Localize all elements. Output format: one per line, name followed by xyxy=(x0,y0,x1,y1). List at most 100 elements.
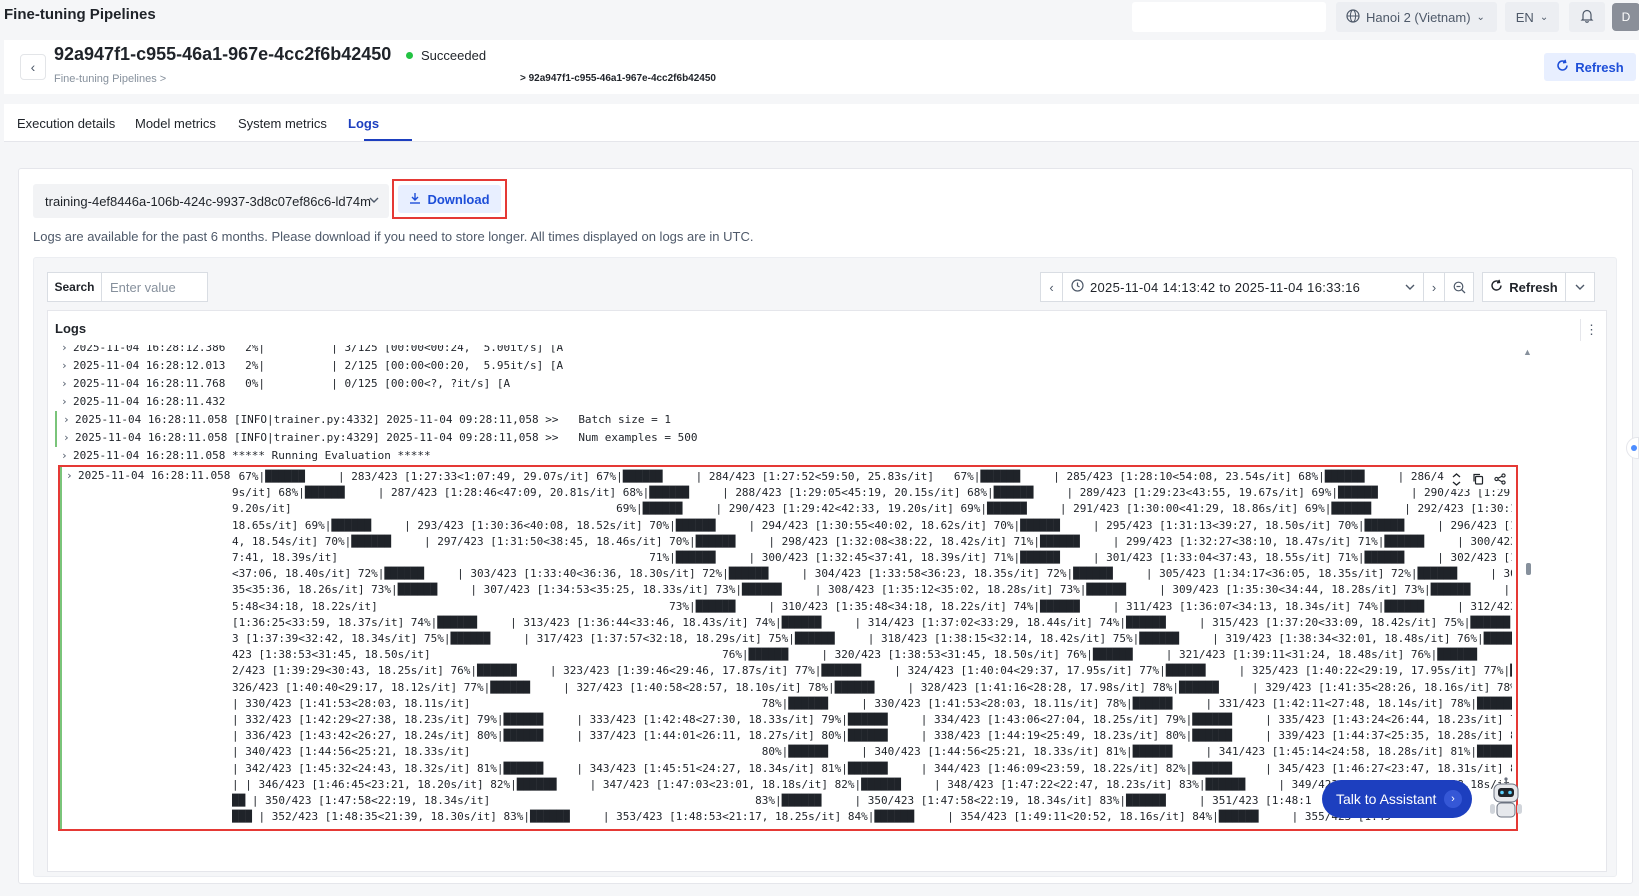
page-title: 92a947f1-c955-46a1-967e-4cc2f6b42450 xyxy=(54,44,392,64)
chevron-right-icon[interactable]: › xyxy=(61,345,68,357)
log-message-line: ██ | 350/423 [1:47:58<22:19, 18.34s/it] … xyxy=(232,794,1312,808)
chevron-right-icon[interactable]: › xyxy=(63,429,70,447)
log-message-line: | 332/423 [1:42:29<27:38, 18.23s/it] 79%… xyxy=(232,713,1512,727)
region-selector[interactable]: Hanoi 2 (Vietnam) ⌄ xyxy=(1336,2,1497,32)
log-message-line: ███ | 352/423 [1:48:35<21:39, 18.30s/it]… xyxy=(232,810,1391,824)
pod-selector[interactable]: training-4ef8446a-106b-424c-9937-3d8c07e… xyxy=(33,184,389,218)
log-message-line: | 342/423 [1:45:32<24:43, 18.32s/it] 81%… xyxy=(232,761,1512,775)
chevron-right-icon[interactable]: › xyxy=(61,357,68,375)
log-message-line: 9s/it] 68%|██████ | 287/423 [1:28:46<47:… xyxy=(232,486,1512,500)
tab-model-metrics[interactable]: Model metrics xyxy=(135,116,216,131)
refresh-label: Refresh xyxy=(1575,59,1624,75)
region-label: Hanoi 2 (Vietnam) xyxy=(1366,9,1471,25)
log-message-line: 5:48<34:18, 18.22s/it] 73%|██████ | 310/… xyxy=(232,599,1512,613)
expanded-log-highlight: › 2025-11-04 16:28:11.058 67%|██████ | 2… xyxy=(58,465,1518,831)
refresh-button[interactable]: Refresh xyxy=(1544,53,1636,81)
chevron-down-icon: ⌄ xyxy=(1476,11,1485,23)
logs-list[interactable]: › 2025-11-04 16:28:12.386 2%| | 3/125 [00… xyxy=(55,345,1521,831)
log-message-line: | 330/423 [1:41:53<28:03, 18.11s/it] 78%… xyxy=(232,696,1512,710)
zoom-out-icon[interactable] xyxy=(1445,273,1473,301)
chevron-right-icon[interactable]: › xyxy=(63,411,70,429)
tab-logs[interactable]: Logs xyxy=(348,116,379,131)
row-actions xyxy=(1444,469,1512,489)
active-tab-indicator xyxy=(364,139,412,141)
log-message-line: 18.65s/it] 69%|██████ | 293/423 [1:30:36… xyxy=(232,518,1512,532)
log-message-line: | | 346/423 [1:46:45<23:21, 18.20s/it] 8… xyxy=(232,777,1512,791)
log-message-line: 326/423 [1:40:40<29:17, 18.12s/it] 77%|█… xyxy=(232,680,1512,694)
log-message-line: 3 [1:37:39<32:42, 18.34s/it] 75%|██████ … xyxy=(232,632,1512,646)
notification-button[interactable] xyxy=(1569,2,1605,32)
log-message-line: | 340/423 [1:44:56<25:21, 18.33s/it] 80%… xyxy=(232,745,1512,759)
language-selector[interactable]: EN ⌄ xyxy=(1505,2,1559,32)
log-row[interactable]: › 2025-11-04 16:28:11.058 [INFO|trainer.p… xyxy=(55,411,1521,429)
copy-icon[interactable] xyxy=(1470,471,1486,487)
chevron-right-icon[interactable]: › xyxy=(61,375,68,393)
retention-notice: Logs are available for the past 6 months… xyxy=(33,229,754,244)
chevron-down-icon xyxy=(1405,280,1415,295)
expand-collapse-icon[interactable] xyxy=(1448,471,1464,487)
assistant-label: Talk to Assistant xyxy=(1336,791,1437,807)
log-message-line: | 336/423 [1:43:42<26:27, 18.24s/it] 80%… xyxy=(232,729,1512,743)
refresh-icon xyxy=(1490,279,1503,295)
tabs-bar: Execution details Model metrics System m… xyxy=(4,104,1639,142)
download-button[interactable]: Download xyxy=(398,185,501,213)
log-row[interactable]: › 2025-11-04 16:28:11.432 xyxy=(55,393,1521,411)
chevron-left-icon[interactable]: ‹ xyxy=(1041,273,1063,301)
chevron-down-icon xyxy=(369,193,379,208)
refresh-logs-button[interactable]: Refresh xyxy=(1482,272,1595,302)
scroll-up-icon[interactable]: ▲ xyxy=(1523,347,1532,357)
chevron-right-icon: › xyxy=(1444,790,1462,808)
log-message-line: 9.20s/it] 69%|██████ | 290/423 [1:29:42<… xyxy=(232,502,1512,516)
log-message-line: 423 [1:38:53<31:45, 18.50s/it] 76%|█████… xyxy=(232,648,1512,662)
log-message-line: 7:41, 18.39s/it] 71%|██████ | 300/423 [1… xyxy=(232,551,1512,565)
time-range-picker[interactable]: ‹ 2025-11-04 14:13:42 to 2025-11-04 16:3… xyxy=(1040,272,1474,302)
assistant-robot-icon[interactable] xyxy=(1484,776,1528,824)
top-bar: Fine-tuning Pipelines Hanoi 2 (Vietnam) … xyxy=(0,0,1639,36)
log-row[interactable]: › 2025-11-04 16:28:11.768 0%| | 0/125 [00… xyxy=(55,375,1521,393)
log-timestamp: 2025-11-04 16:28:11.058 xyxy=(78,469,231,482)
tab-system-metrics[interactable]: System metrics xyxy=(238,116,327,131)
log-row[interactable]: › 2025-11-04 16:28:12.386 2%| | 3/125 [00… xyxy=(55,345,1521,357)
clock-icon xyxy=(1071,279,1084,295)
log-message-line: 4, 18.54s/it] 70%|██████ | 297/423 [1:31… xyxy=(232,534,1512,548)
expanded-log-row[interactable]: › 2025-11-04 16:28:11.058 67%|██████ | 2… xyxy=(60,467,1516,829)
log-message-line: 2/423 [1:39:29<30:43, 18.25s/it] 76%|███… xyxy=(232,664,1512,678)
share-icon[interactable] xyxy=(1492,471,1508,487)
back-button[interactable]: ‹ xyxy=(20,54,46,80)
refresh-logs-main[interactable]: Refresh xyxy=(1483,273,1566,301)
time-range-value[interactable]: 2025-11-04 14:13:42 to 2025-11-04 16:33:… xyxy=(1063,279,1423,295)
breadcrumb-current: > 92a947f1-c955-46a1-967e-4cc2f6b42450 xyxy=(520,73,716,84)
log-row[interactable]: › 2025-11-04 16:28:12.013 2%| | 2/125 [00… xyxy=(55,357,1521,375)
chevron-left-icon: ‹ xyxy=(30,59,36,75)
download-highlight: Download xyxy=(392,179,507,219)
global-search[interactable] xyxy=(1132,2,1326,32)
logs-scrollbar[interactable]: ▲ xyxy=(1522,345,1534,831)
pod-selector-value: training-4ef8446a-106b-424c-9937-3d8c07e… xyxy=(45,193,371,209)
log-message-line: 67%|██████ | 283/423 [1:27:33<1:07:49, 2… xyxy=(232,470,1512,483)
chevron-right-icon[interactable]: › xyxy=(61,393,68,411)
chevron-down-icon[interactable] xyxy=(1566,282,1594,292)
log-message-line: [1:36:25<33:59, 18.37s/it] 74%|██████ | … xyxy=(232,615,1512,629)
chevron-right-icon[interactable]: › xyxy=(61,447,68,465)
more-options-icon[interactable]: ⋮ xyxy=(1580,319,1602,341)
scrollbar-thumb[interactable] xyxy=(1526,563,1531,575)
time-range-label: 2025-11-04 14:13:42 to 2025-11-04 16:33:… xyxy=(1090,279,1361,295)
download-icon xyxy=(409,192,421,207)
status-badge: Succeeded xyxy=(406,48,486,63)
bell-icon xyxy=(1580,8,1594,26)
logs-content: training-4ef8446a-106b-424c-9937-3d8c07e… xyxy=(18,168,1633,884)
breadcrumb-root[interactable]: Fine-tuning Pipelines > xyxy=(54,73,166,85)
log-row[interactable]: › 2025-11-04 16:28:11.058 [INFO|trainer.p… xyxy=(55,429,1521,447)
log-message-line: <37:06, 18.40s/it] 72%|██████ | 303/423 … xyxy=(232,567,1512,581)
search-input[interactable] xyxy=(101,272,208,302)
chevron-right-icon[interactable]: › xyxy=(1423,273,1445,301)
log-message: 67%|██████ | 283/423 [1:27:33<1:07:49, 2… xyxy=(232,469,1512,825)
talk-to-assistant-button[interactable]: Talk to Assistant › xyxy=(1322,780,1472,818)
log-row[interactable]: › 2025-11-04 16:28:11.058 ***** Running E… xyxy=(55,447,1521,465)
chevron-down-icon: ⌄ xyxy=(1539,11,1549,23)
user-avatar[interactable]: D xyxy=(1612,3,1639,31)
chevron-right-icon[interactable]: › xyxy=(66,469,73,482)
language-label: EN xyxy=(1515,9,1534,25)
status-label: Succeeded xyxy=(421,48,487,63)
tab-execution-details[interactable]: Execution details xyxy=(17,116,115,131)
